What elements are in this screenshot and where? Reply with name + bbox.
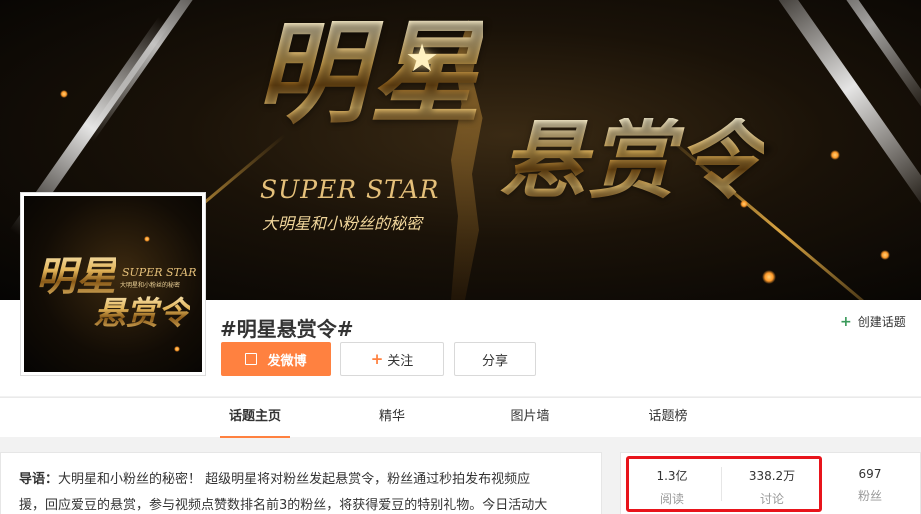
topic-intro: 导语：大明星和小粉丝的秘密！ 超级明星将对粉丝发起悬赏令，粉丝通过秒拍发布视频应… [0, 452, 602, 514]
highlight-box [626, 456, 822, 512]
banner-subtitle-cn: 大明星和小粉丝的秘密 [262, 214, 423, 233]
intro-line2: 援，回应爱豆的悬赏，参与视频点赞数排名前3的粉丝，将获得爱豆的特别礼物。今日活动… [19, 498, 548, 513]
follow-button[interactable]: + 关注 [340, 342, 444, 376]
stat-fans[interactable]: 697 粉丝 [825, 467, 915, 504]
spark-decoration [762, 270, 776, 284]
spark-decoration [144, 236, 150, 242]
page-title: #明星悬赏令# [220, 317, 354, 341]
follow-button-label: 关注 [387, 353, 414, 369]
topic-page: 明星 ★ 悬赏令 SUPER STAR 大明星和小粉丝的秘密 明星 SUPER … [0, 0, 921, 514]
plus-icon: + [840, 313, 852, 330]
star-icon: ★ [405, 36, 440, 80]
tab-featured[interactable]: 精华 [368, 398, 416, 438]
light-beam [757, 0, 921, 216]
avatar-image: 明星 SUPER STAR 大明星和小粉丝的秘密 悬赏令 [24, 196, 202, 372]
spark-decoration [880, 250, 890, 260]
tab-topic-home[interactable]: 话题主页 [220, 398, 290, 438]
post-weibo-button[interactable]: 发微博 [221, 342, 331, 376]
share-button[interactable]: 分享 [454, 342, 536, 376]
edit-icon [245, 353, 258, 365]
spark-decoration [60, 90, 68, 98]
intro-line1: 大明星和小粉丝的秘密！ 超级明星将对粉丝发起悬赏令，粉丝通过秒拍发布视频应 [58, 472, 531, 487]
create-topic-label: 创建话题 [857, 315, 906, 329]
intro-text: 导语：大明星和小粉丝的秘密！ 超级明星将对粉丝发起悬赏令，粉丝通过秒拍发布视频应… [19, 467, 587, 514]
intro-lead: 导语： [19, 472, 59, 487]
avatar-title-line2: 悬赏令 [94, 288, 190, 334]
spark-decoration [830, 150, 840, 160]
spark-decoration [174, 346, 180, 352]
stat-label: 粉丝 [857, 489, 882, 503]
create-topic-link[interactable]: + 创建话题 [840, 313, 906, 330]
avatar-subtitle-en: SUPER STAR [122, 266, 197, 279]
tab-photo-wall[interactable]: 图片墙 [502, 398, 558, 438]
stat-value: 697 [858, 467, 882, 481]
tab-topic-ranking[interactable]: 话题榜 [638, 398, 698, 438]
banner-subtitle-en: SUPER STAR [260, 175, 440, 204]
topic-tabs: 话题主页 精华 图片墙 话题榜 [0, 397, 921, 438]
topic-avatar[interactable]: 明星 SUPER STAR 大明星和小粉丝的秘密 悬赏令 [20, 192, 206, 376]
post-button-label: 发微博 [267, 353, 307, 369]
banner-title-line1: 明星 [255, 8, 483, 139]
banner-title-line2: 悬赏令 [500, 110, 764, 211]
share-button-label: 分享 [481, 353, 508, 369]
plus-icon: + [370, 350, 384, 368]
